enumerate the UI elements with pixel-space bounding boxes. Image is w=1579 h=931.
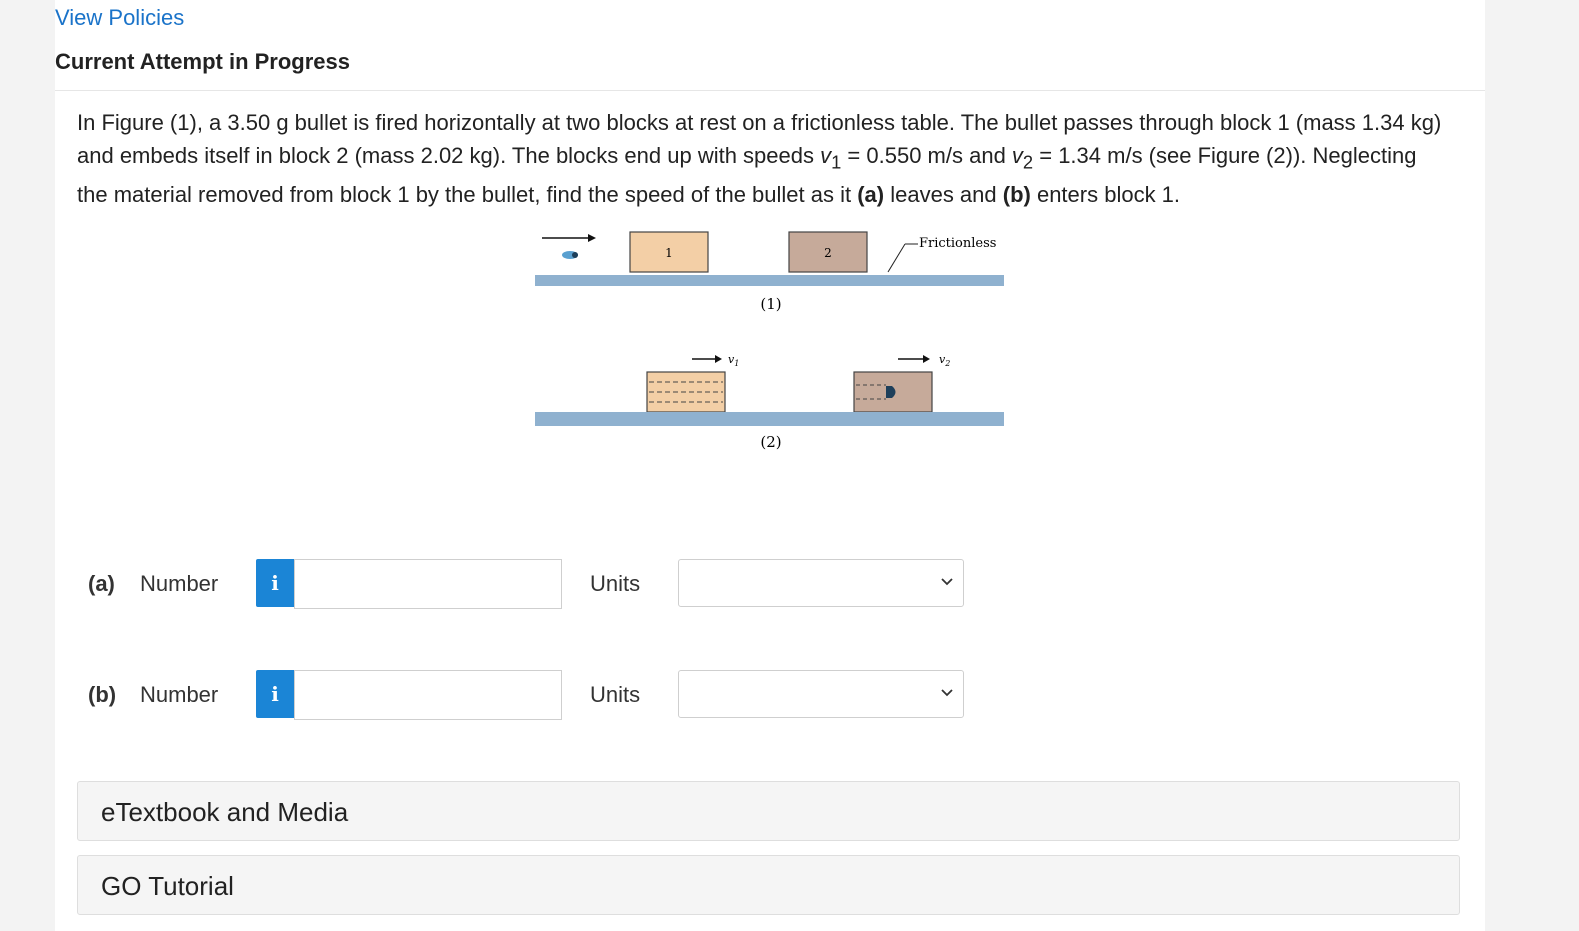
- table-surface: [535, 412, 1004, 426]
- v1-label: v1: [728, 353, 739, 368]
- number-label: Number: [140, 571, 219, 596]
- view-policies-link[interactable]: View Policies: [55, 5, 184, 31]
- figure-2: v1 v2 (2): [535, 353, 1004, 451]
- block-1-label: 1: [665, 246, 673, 260]
- part-b-label: (b): [88, 682, 117, 707]
- number-input-a[interactable]: [294, 559, 562, 609]
- info-icon[interactable]: i: [256, 559, 294, 607]
- v2-subscript: 2: [1022, 151, 1034, 173]
- arrowhead-icon: [715, 355, 722, 363]
- bullet-tip-icon: [572, 252, 578, 258]
- v2-label: v2: [939, 353, 950, 368]
- collision-figure: 1 2 Frictionless (1) v1 v2 (2): [535, 231, 1004, 451]
- frictionless-label: Frictionless: [919, 236, 996, 251]
- table-surface: [535, 275, 1004, 286]
- block-2-label: 2: [824, 246, 832, 260]
- figure-1-caption: (1): [760, 295, 781, 313]
- go-tutorial-accordion[interactable]: GO Tutorial: [77, 855, 1460, 915]
- figure-1: 1 2 Frictionless (1): [535, 231, 1004, 313]
- units-select-b[interactable]: [678, 670, 964, 718]
- v2-label-subscript: 2: [944, 359, 950, 368]
- attempt-status-heading: Current Attempt in Progress: [55, 49, 351, 74]
- v1-symbol: v: [820, 143, 832, 168]
- v2-symbol: v: [1011, 143, 1023, 168]
- v1-subscript: 1: [831, 151, 842, 173]
- divider: [55, 90, 1485, 91]
- number-input-b[interactable]: [294, 670, 562, 720]
- arrowhead-icon: [923, 355, 930, 363]
- part-a-label: (a): [88, 571, 115, 596]
- frictionless-leader-line: [887, 243, 906, 273]
- question-text-part: leaves and: [884, 182, 1003, 208]
- figure-2-caption: (2): [760, 433, 781, 451]
- part-a-marker: (a): [857, 182, 885, 208]
- chevron-down-icon: [941, 578, 953, 586]
- info-icon[interactable]: i: [256, 670, 294, 718]
- go-tutorial-label: GO Tutorial: [101, 871, 234, 901]
- question-text: In Figure (1), a 3.50 g bullet is fired …: [77, 106, 1447, 211]
- units-label: Units: [590, 682, 641, 707]
- units-select-a[interactable]: [678, 559, 964, 607]
- arrowhead-icon: [588, 234, 596, 242]
- v1-label-subscript: 1: [734, 359, 739, 368]
- question-text-part: enters block 1.: [1030, 182, 1181, 208]
- chevron-down-icon: [941, 689, 953, 697]
- question-text-part: = 0.550 m/s and: [841, 143, 1012, 168]
- etextbook-media-accordion[interactable]: eTextbook and Media: [77, 781, 1460, 841]
- units-label: Units: [590, 571, 641, 596]
- part-b-marker: (b): [1002, 182, 1031, 208]
- number-label: Number: [140, 682, 219, 707]
- etextbook-media-label: eTextbook and Media: [101, 797, 349, 827]
